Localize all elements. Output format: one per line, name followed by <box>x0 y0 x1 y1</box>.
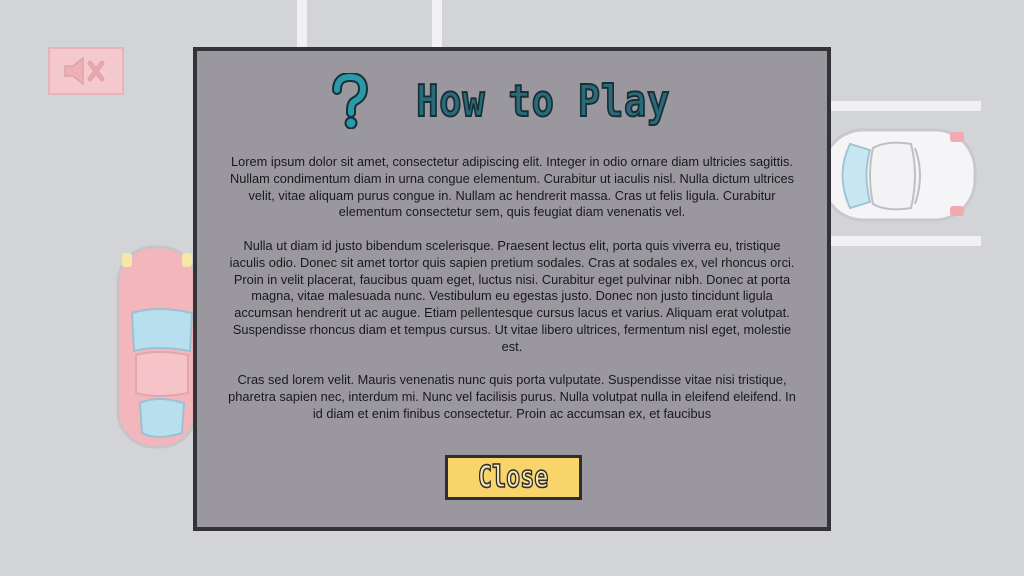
speaker-muted-icon <box>64 56 105 86</box>
instructions-paragraph: Nulla ut diam id justo bibendum sceleris… <box>229 237 795 354</box>
question-mark-icon <box>331 73 368 129</box>
parking-line <box>831 101 981 111</box>
parking-line <box>432 0 442 48</box>
white-car <box>821 128 977 222</box>
how-to-play-dialog: How to Play Lorem ipsum dolor sit amet, … <box>193 47 831 531</box>
parking-line <box>831 236 981 246</box>
mute-button[interactable] <box>48 47 124 95</box>
parking-line <box>297 0 307 48</box>
close-button-label: Close <box>478 459 550 496</box>
instructions-paragraph: Cras sed lorem velit. Mauris venenatis n… <box>228 372 796 421</box>
instructions-text: Lorem ipsum dolor sit amet, consectetur … <box>227 154 797 424</box>
close-button[interactable]: Close <box>445 455 582 500</box>
dialog-title: How to Play <box>415 75 671 128</box>
red-car <box>116 245 198 449</box>
dialog-header: How to Play <box>197 71 827 131</box>
instructions-paragraph: Lorem ipsum dolor sit amet, consectetur … <box>229 154 795 220</box>
